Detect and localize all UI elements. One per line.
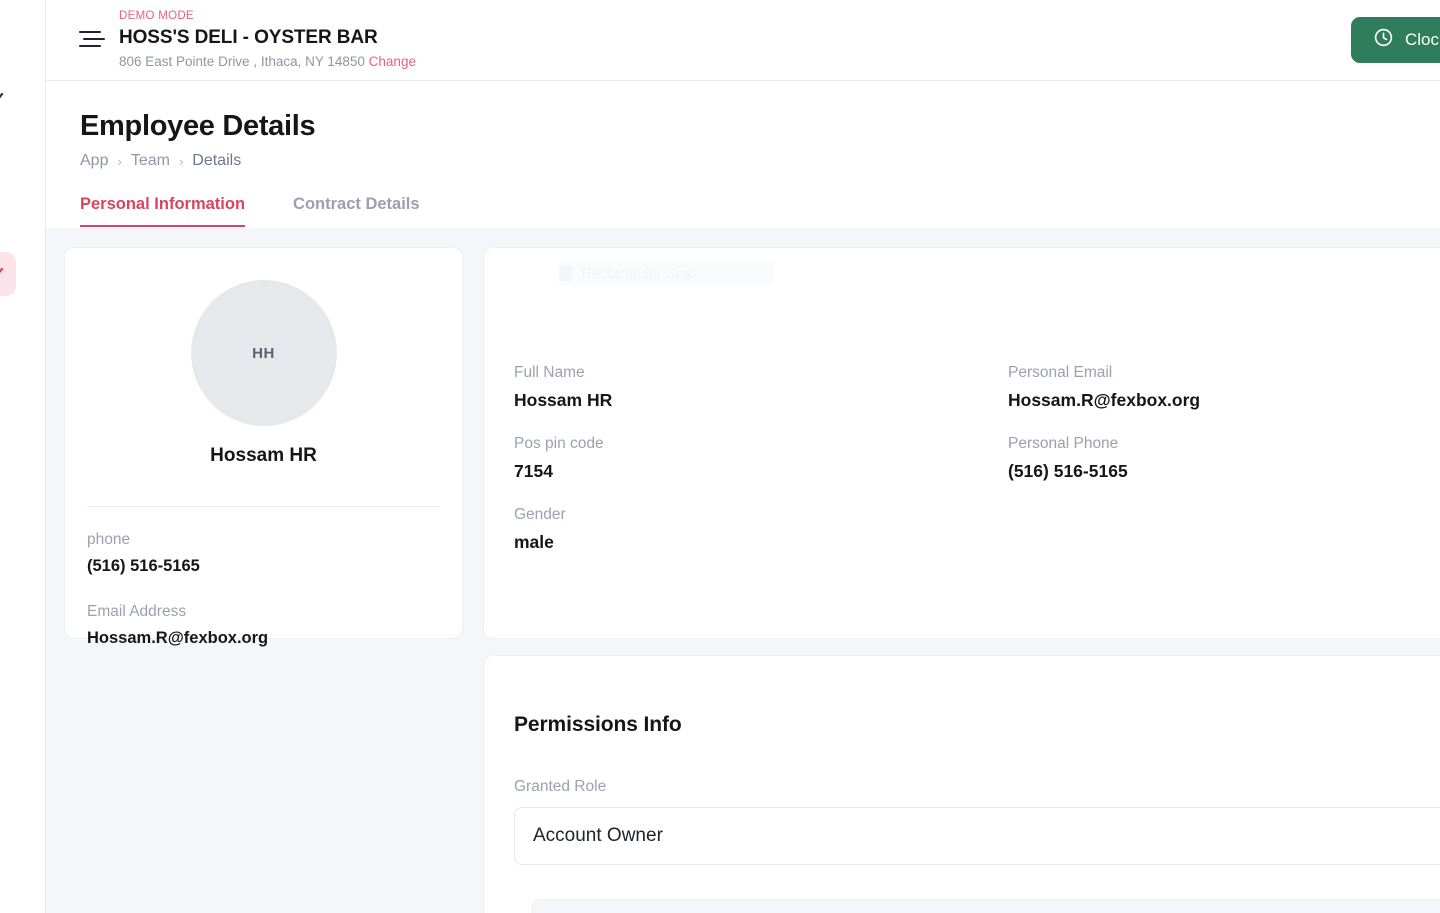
field-full-name-label: Full Name: [514, 361, 968, 385]
breadcrumb-item-details: Details: [192, 152, 241, 170]
field-personal-email-label: Personal Email: [1008, 361, 1440, 385]
breadcrumb-item-team[interactable]: Team: [131, 152, 170, 170]
brand-name: HOSS'S DELI - OYSTER BAR: [119, 24, 416, 52]
rectangular-snip-overlay: Rectangular Snip: [559, 260, 774, 286]
permissions-info-card: Permissions Info Granted Role Account Ow…: [483, 655, 1440, 913]
field-pos-pin-code: Pos pin code 7154: [514, 432, 968, 485]
tab-personal-information[interactable]: Personal Information: [80, 195, 245, 227]
brand-address-text: 806 East Pointe Drive , Ithaca, NY 14850: [119, 54, 365, 69]
field-full-name: Full Name Hossam HR: [514, 361, 968, 414]
tab-contract-details[interactable]: Contract Details: [293, 195, 420, 227]
page-header: Employee Details App › Team › Details Pe…: [46, 81, 1440, 227]
hamburger-line-3: [79, 45, 101, 47]
granted-role-label: Granted Role: [514, 776, 1440, 798]
field-personal-phone-value: (516) 516-5165: [1008, 457, 1440, 485]
avatar-initials: HH: [252, 345, 275, 362]
field-personal-email: Personal Email Hossam.R@fexbox.org: [1008, 361, 1440, 414]
details-column-right: Personal Email Hossam.R@fexbox.org Perso…: [1008, 361, 1440, 556]
profile-field-email-value: Hossam.R@fexbox.org: [87, 625, 440, 651]
profile-field-email-label: Email Address: [87, 600, 440, 624]
snip-icon: [559, 266, 572, 281]
permissions-info-title: Permissions Info: [514, 713, 1440, 737]
breadcrumb-separator-icon: ›: [117, 154, 121, 169]
field-pos-pin-code-label: Pos pin code: [514, 432, 968, 456]
profile-field-phone-value: (516) 516-5165: [87, 553, 440, 579]
app-root: DEMO MODE HOSS'S DELI - OYSTER BAR 806 E…: [0, 0, 1440, 913]
clock-icon: [1373, 27, 1394, 53]
sidebar-rail: [0, 0, 46, 913]
change-location-link[interactable]: Change: [369, 54, 416, 69]
hamburger-line-1: [79, 31, 101, 33]
profile-field-phone: phone (516) 516-5165: [87, 528, 440, 579]
field-personal-phone: Personal Phone (516) 516-5165: [1008, 432, 1440, 485]
field-gender-label: Gender: [514, 503, 968, 527]
chart-icon: [0, 89, 5, 111]
content-area: HH Hossam HR phone (516) 516-5165 Email …: [46, 228, 1440, 913]
profile-card: HH Hossam HR phone (516) 516-5165 Email …: [64, 247, 463, 639]
personal-details-card: Rectangular Snip Full Name Hossam HR Pos…: [483, 247, 1440, 639]
breadcrumb-item-app[interactable]: App: [80, 152, 108, 170]
breadcrumb-separator-icon: ›: [179, 154, 183, 169]
sidebar-item-team[interactable]: [0, 252, 16, 296]
profile-field-phone-label: phone: [87, 528, 440, 552]
field-pos-pin-code-value: 7154: [514, 457, 968, 485]
permissions-secondary-box: [532, 899, 1440, 913]
profile-divider: [87, 506, 440, 507]
sidebar-item-top[interactable]: [0, 78, 16, 122]
page-container: Employee Details App › Team › Details Pe…: [46, 81, 1440, 913]
field-personal-phone-label: Personal Phone: [1008, 432, 1440, 456]
app-header: DEMO MODE HOSS'S DELI - OYSTER BAR 806 E…: [46, 0, 1440, 81]
tab-bar: Personal Information Contract Details: [80, 192, 1440, 227]
granted-role-value: Account Owner: [533, 825, 663, 847]
field-gender-value: male: [514, 528, 968, 556]
rectangular-snip-label: Rectangular Snip: [581, 265, 696, 282]
hamburger-line-2: [83, 38, 105, 40]
field-full-name-value: Hossam HR: [514, 386, 968, 414]
clock-in-button[interactable]: Clock: [1351, 17, 1440, 63]
field-personal-email-value: Hossam.R@fexbox.org: [1008, 386, 1440, 414]
hamburger-icon[interactable]: [79, 28, 105, 54]
profile-name: Hossam HR: [87, 445, 440, 467]
brand-block: DEMO MODE HOSS'S DELI - OYSTER BAR 806 E…: [119, 8, 416, 72]
profile-field-email: Email Address Hossam.R@fexbox.org: [87, 600, 440, 651]
demo-mode-badge: DEMO MODE: [119, 8, 416, 24]
details-column-left: Full Name Hossam HR Pos pin code 7154 Ge…: [514, 361, 968, 556]
details-grid: Full Name Hossam HR Pos pin code 7154 Ge…: [514, 361, 1440, 556]
granted-role-select[interactable]: Account Owner: [514, 807, 1440, 865]
page-title: Employee Details: [80, 107, 1440, 145]
avatar: HH: [191, 280, 337, 426]
team-icon: [0, 263, 5, 285]
brand-address: 806 East Pointe Drive , Ithaca, NY 14850…: [119, 52, 416, 72]
breadcrumb: App › Team › Details: [80, 152, 1440, 170]
field-gender: Gender male: [514, 503, 968, 556]
clock-button-label: Clock: [1405, 30, 1440, 50]
